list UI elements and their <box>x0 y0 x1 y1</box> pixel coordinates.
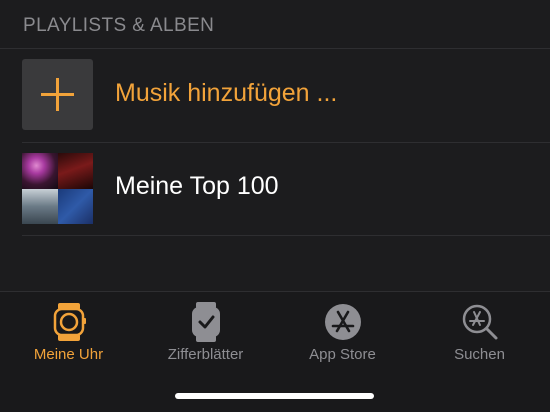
tab-my-watch[interactable]: Meine Uhr <box>0 292 137 372</box>
list-item-top-100[interactable]: Meine Top 100 <box>0 142 550 235</box>
section-header: PLAYLISTS & ALBEN <box>0 0 550 49</box>
playlist-title: Meine Top 100 <box>115 172 279 200</box>
plus-icon <box>41 78 74 111</box>
home-indicator[interactable] <box>175 393 374 399</box>
playlist-artwork <box>22 153 93 224</box>
watch-icon <box>53 303 86 341</box>
app-store-icon <box>324 304 361 340</box>
tab-watch-faces[interactable]: Zifferblätter <box>137 292 274 372</box>
search-icon <box>462 304 497 340</box>
screen: PLAYLISTS & ALBEN Musik hinzufügen ... M… <box>0 0 550 412</box>
watch-face-icon <box>191 302 220 342</box>
tab-watch-faces-label: Zifferblätter <box>167 346 244 363</box>
tab-search[interactable]: Suchen <box>411 292 548 372</box>
tab-app-store-label: App Store <box>309 346 376 363</box>
section-title: PLAYLISTS & ALBEN <box>23 15 215 36</box>
tab-app-store[interactable]: App Store <box>274 292 411 372</box>
tab-my-watch-label: Meine Uhr <box>33 346 104 363</box>
list-separator <box>22 235 550 236</box>
add-music-label: Musik hinzufügen ... <box>115 79 338 107</box>
playlist-list: Musik hinzufügen ... Meine Top 100 <box>0 49 550 236</box>
list-item-add-music[interactable]: Musik hinzufügen ... <box>0 49 550 142</box>
tab-search-label: Suchen <box>454 346 505 363</box>
add-music-tile[interactable] <box>22 59 93 130</box>
